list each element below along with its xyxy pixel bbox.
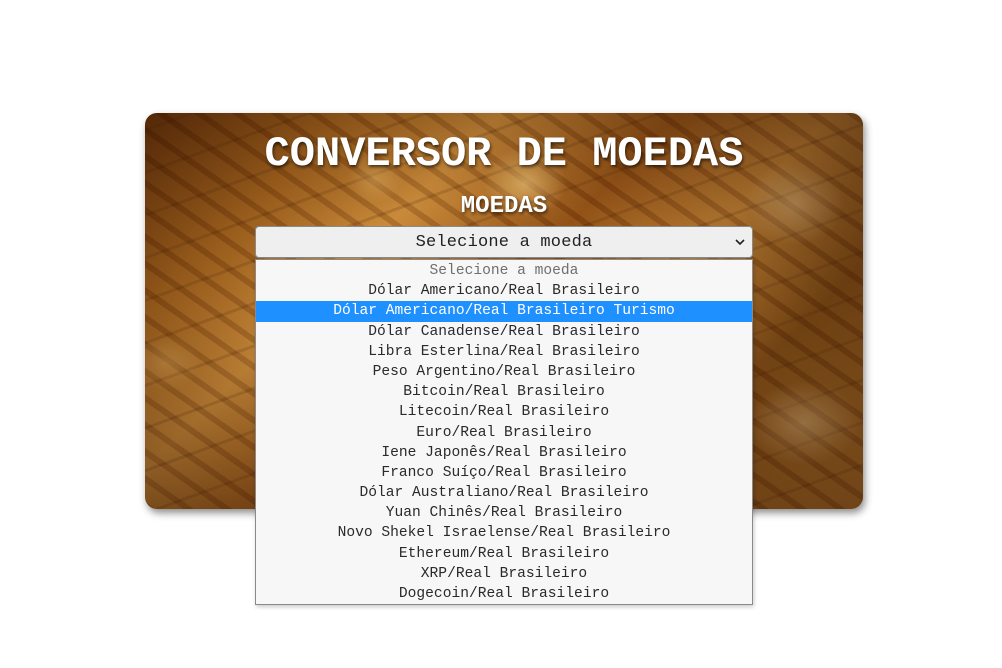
option-usd-brl[interactable]: Dólar Americano/Real Brasileiro — [256, 281, 752, 301]
option-jpy-brl[interactable]: Iene Japonês/Real Brasileiro — [256, 443, 752, 463]
option-ars-brl[interactable]: Peso Argentino/Real Brasileiro — [256, 362, 752, 382]
currency-select-value: Selecione a moeda — [415, 232, 593, 252]
option-eth-brl[interactable]: Ethereum/Real Brasileiro — [256, 544, 752, 564]
option-ils-brl[interactable]: Novo Shekel Israelense/Real Brasileiro — [256, 523, 752, 543]
option-cny-brl[interactable]: Yuan Chinês/Real Brasileiro — [256, 503, 752, 523]
option-cad-brl[interactable]: Dólar Canadense/Real Brasileiro — [256, 322, 752, 342]
option-chf-brl[interactable]: Franco Suíço/Real Brasileiro — [256, 463, 752, 483]
option-btc-brl[interactable]: Bitcoin/Real Brasileiro — [256, 382, 752, 402]
option-ltc-brl[interactable]: Litecoin/Real Brasileiro — [256, 402, 752, 422]
option-gbp-brl[interactable]: Libra Esterlina/Real Brasileiro — [256, 342, 752, 362]
section-subtitle: MOEDAS — [460, 193, 548, 220]
option-doge-brl[interactable]: Dogecoin/Real Brasileiro — [256, 584, 752, 604]
page-title: CONVERSOR DE MOEDAS — [264, 130, 744, 178]
currency-dropdown-list: Selecione a moeda Dólar Americano/Real B… — [255, 259, 753, 605]
option-eur-brl[interactable]: Euro/Real Brasileiro — [256, 423, 752, 443]
chevron-down-icon — [735, 239, 745, 246]
option-xrp-brl[interactable]: XRP/Real Brasileiro — [256, 564, 752, 584]
option-aud-brl[interactable]: Dólar Australiano/Real Brasileiro — [256, 483, 752, 503]
currency-select[interactable]: Selecione a moeda — [255, 226, 753, 258]
option-placeholder[interactable]: Selecione a moeda — [256, 261, 752, 281]
option-usd-brl-tourism[interactable]: Dólar Americano/Real Brasileiro Turismo — [256, 301, 752, 322]
